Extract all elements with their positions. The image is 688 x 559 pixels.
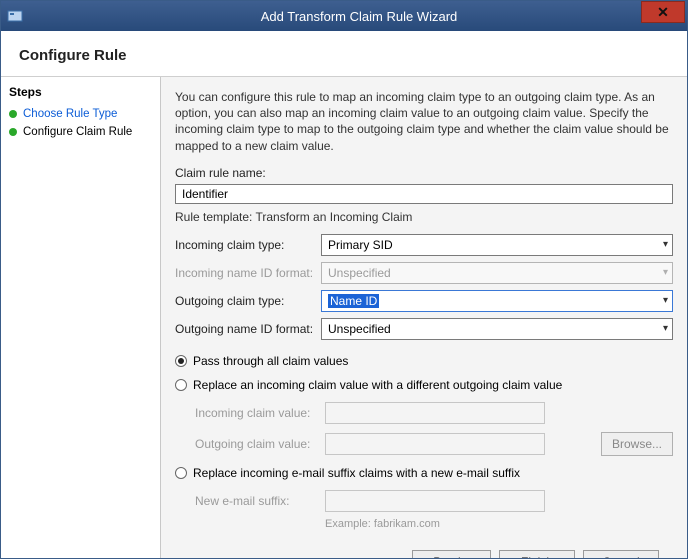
- select-value: Unspecified: [328, 266, 391, 280]
- new-email-suffix-input: [325, 490, 545, 512]
- incoming-claim-type-select[interactable]: Primary SID ▾: [321, 234, 673, 256]
- step-bullet-icon: [9, 128, 17, 136]
- sidebar-item-label[interactable]: Choose Rule Type: [23, 108, 117, 120]
- radio-label: Replace an incoming claim value with a d…: [193, 378, 562, 392]
- sidebar-item-configure-claim-rule[interactable]: Configure Claim Rule: [1, 123, 160, 141]
- radio-replace-value[interactable]: Replace an incoming claim value with a d…: [175, 378, 673, 392]
- outgoing-claim-type-select[interactable]: Name ID ▾: [321, 290, 673, 312]
- steps-sidebar: Steps Choose Rule Type Configure Claim R…: [1, 77, 161, 558]
- wizard-footer: < Previous Finish Cancel: [175, 540, 673, 558]
- incoming-claim-type-label: Incoming claim type:: [175, 238, 315, 252]
- outgoing-claim-value-label: Outgoing claim value:: [195, 437, 315, 451]
- radio-label: Pass through all claim values: [193, 354, 348, 368]
- replace-suffix-subfields: New e-mail suffix: Example: fabrikam.com: [195, 490, 673, 530]
- app-icon: [7, 8, 23, 24]
- radio-icon: [175, 379, 187, 391]
- radio-pass-through[interactable]: Pass through all claim values: [175, 354, 673, 368]
- finish-button[interactable]: Finish: [499, 550, 575, 558]
- sidebar-item-choose-rule-type[interactable]: Choose Rule Type: [1, 105, 160, 123]
- close-icon: ✕: [657, 5, 669, 19]
- wizard-window: Add Transform Claim Rule Wizard ✕ Config…: [0, 0, 688, 559]
- example-text: Example: fabrikam.com: [325, 518, 673, 530]
- steps-header: Steps: [1, 81, 160, 105]
- outgoing-nameid-format-label: Outgoing name ID format:: [175, 322, 315, 336]
- page-title: Configure Rule: [19, 47, 669, 64]
- radio-icon: [175, 467, 187, 479]
- window-title: Add Transform Claim Rule Wizard: [31, 9, 687, 24]
- chevron-down-icon: ▾: [663, 323, 668, 334]
- rule-template-text: Rule template: Transform an Incoming Cla…: [175, 210, 673, 224]
- select-value: Primary SID: [328, 238, 393, 252]
- step-bullet-icon: [9, 110, 17, 118]
- new-email-suffix-label: New e-mail suffix:: [195, 494, 315, 508]
- browse-button: Browse...: [601, 432, 673, 456]
- outgoing-claim-type-label: Outgoing claim type:: [175, 294, 315, 308]
- incoming-claim-value-input: [325, 402, 545, 424]
- replace-value-subfields: Incoming claim value: Outgoing claim val…: [195, 402, 673, 456]
- claim-value-mapping-group: Pass through all claim values Replace an…: [175, 354, 673, 540]
- incoming-claim-value-label: Incoming claim value:: [195, 406, 315, 420]
- chevron-down-icon: ▾: [663, 239, 668, 250]
- chevron-down-icon: ▾: [663, 295, 668, 306]
- claim-rule-name-label: Claim rule name:: [175, 166, 673, 180]
- incoming-nameid-format-label: Incoming name ID format:: [175, 266, 315, 280]
- main-panel: You can configure this rule to map an in…: [161, 77, 687, 558]
- outgoing-claim-value-input: [325, 433, 545, 455]
- radio-label: Replace incoming e-mail suffix claims wi…: [193, 466, 520, 480]
- radio-replace-suffix[interactable]: Replace incoming e-mail suffix claims wi…: [175, 466, 673, 480]
- select-value: Unspecified: [328, 322, 391, 336]
- incoming-nameid-format-select: Unspecified ▾: [321, 262, 673, 284]
- radio-icon: [175, 355, 187, 367]
- outgoing-nameid-format-select[interactable]: Unspecified ▾: [321, 318, 673, 340]
- description-text: You can configure this rule to map an in…: [175, 89, 673, 154]
- claim-rule-name-input[interactable]: [175, 184, 673, 204]
- title-bar: Add Transform Claim Rule Wizard ✕: [1, 1, 687, 31]
- cancel-button[interactable]: Cancel: [583, 550, 659, 558]
- sidebar-item-label: Configure Claim Rule: [23, 126, 132, 138]
- close-button[interactable]: ✕: [641, 1, 685, 23]
- chevron-down-icon: ▾: [663, 267, 668, 278]
- claim-type-grid: Incoming claim type: Primary SID ▾ Incom…: [175, 234, 673, 340]
- body: Steps Choose Rule Type Configure Claim R…: [1, 77, 687, 558]
- page-header: Configure Rule: [1, 31, 687, 77]
- select-value: Name ID: [328, 294, 379, 308]
- previous-button[interactable]: < Previous: [412, 550, 491, 558]
